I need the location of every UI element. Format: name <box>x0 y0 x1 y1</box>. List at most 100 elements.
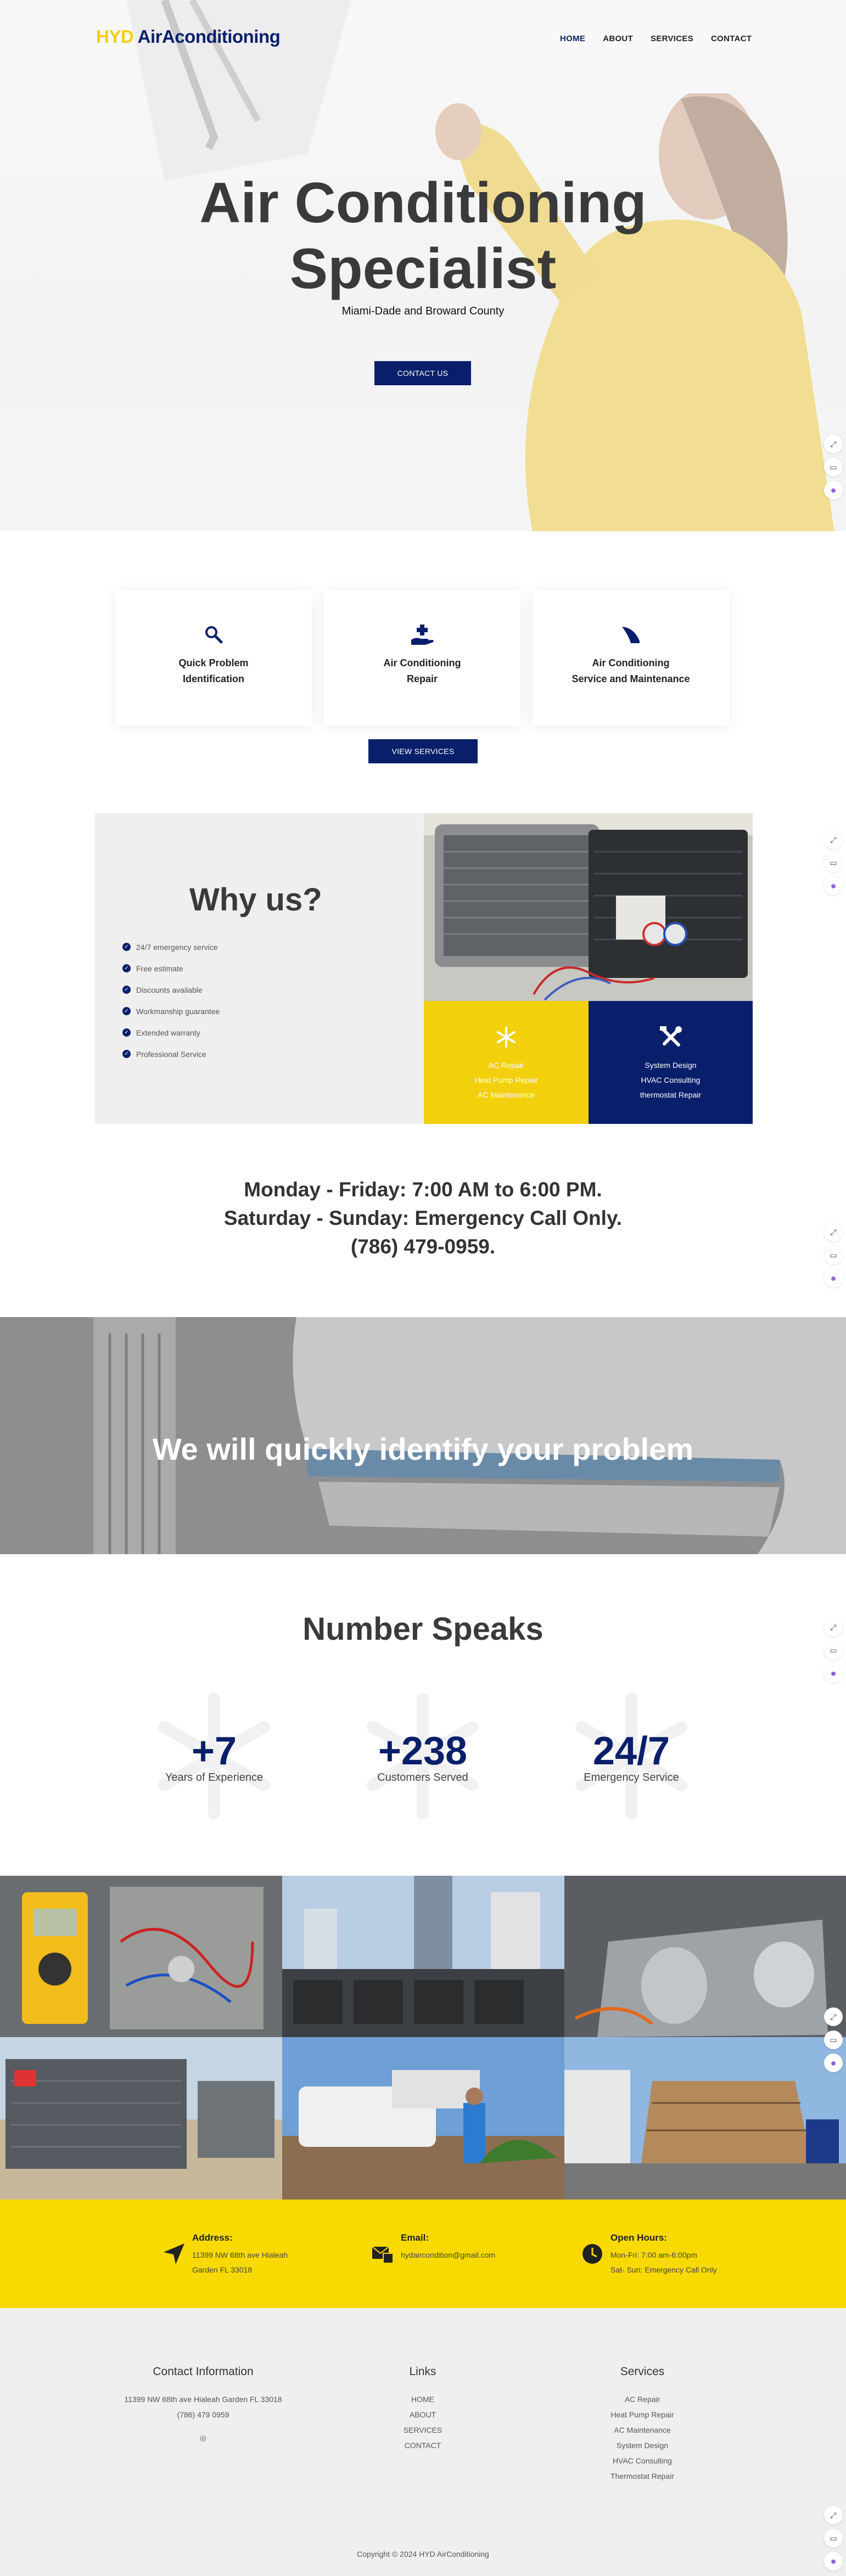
share-icon[interactable]: ⤢ <box>824 2007 843 2026</box>
feature-title-line2: Repair <box>406 673 438 684</box>
feature-title-line2: Service and Maintenance <box>572 673 690 684</box>
footer-service-item[interactable]: HVAC Consulting <box>587 2453 697 2468</box>
address-info: Address: 11399 NW 68th ave Hialeah Garde… <box>163 2232 288 2277</box>
blue-services-box: System Design HVAC Consulting thermostat… <box>589 1001 753 1124</box>
share-icon[interactable]: ⤢ <box>824 1223 843 1241</box>
hero-subtitle: Miami-Dade and Broward County <box>341 305 505 317</box>
address-label: Address: <box>192 2232 233 2243</box>
why-us-title: Why us? <box>189 882 322 918</box>
stat-block: +238 Customers Served <box>357 1690 489 1822</box>
footer-links: Links HOME ABOUT SERVICES CONTACT <box>368 2365 478 2453</box>
floating-icons: ⤢ ▭ ● <box>824 435 843 504</box>
floating-icons: ⤢ ▭ ● <box>824 2506 843 2575</box>
clock-icon <box>582 2244 602 2264</box>
fan-blade-icon <box>622 627 640 643</box>
why-item-text: Free estimate <box>136 964 183 973</box>
footer-phone[interactable]: (786) 479 0959 <box>110 2407 296 2422</box>
nav-contact[interactable]: CONTACT <box>711 34 752 43</box>
contact-us-button[interactable]: CONTACT US <box>374 361 471 385</box>
footer-service-item[interactable]: Thermostat Repair <box>587 2468 697 2484</box>
footer-service-item[interactable]: AC Maintenance <box>587 2422 697 2438</box>
share-icon[interactable]: ⤢ <box>824 1618 843 1636</box>
mail-icon <box>372 2246 394 2264</box>
hours-weekend: Saturday - Sunday: Emergency Call Only. <box>223 1207 623 1229</box>
view-services-button[interactable]: VIEW SERVICES <box>368 739 478 763</box>
floating-icons: ⤢ ▭ ● <box>824 1223 843 1292</box>
brand-logo[interactable]: HYD AirAconditioning <box>96 26 281 47</box>
assistant-icon[interactable]: ● <box>824 2054 843 2072</box>
chat-icon[interactable]: ▭ <box>824 2529 843 2547</box>
hours-line2: Sat- Sun: Emergency Call Only <box>610 2265 717 2274</box>
hero-title: Air Conditioning Specialist <box>0 170 846 302</box>
email-label: Email: <box>401 2232 429 2243</box>
footer-contact-title: Contact Information <box>153 2365 254 2378</box>
footer-link-contact[interactable]: CONTACT <box>368 2438 478 2453</box>
gallery-photo[interactable] <box>282 2037 564 2200</box>
floating-icons: ⤢ ▭ ● <box>824 1618 843 1687</box>
address-line1: 11399 NW 68th ave Hialeah <box>192 2251 288 2259</box>
hours-label: Open Hours: <box>610 2232 667 2243</box>
footer-services: Services AC Repair Heat Pump Repair AC M… <box>587 2365 697 2484</box>
hero-title-line2: Specialist <box>289 237 557 301</box>
blue-service-item: System Design <box>645 1061 697 1070</box>
nav-home[interactable]: HOME <box>560 34 585 43</box>
search-icon <box>205 626 223 644</box>
footer-service-item[interactable]: System Design <box>587 2438 697 2453</box>
why-us-list: ✓ 24/7 emergency service ✓ Free estimate ✓… <box>122 936 220 1065</box>
why-item-text: Workmanship guarantee <box>136 1006 220 1016</box>
feature-title-line1: Air Conditioning <box>592 657 670 668</box>
stat-block: 24/7 Emergency Service <box>565 1690 697 1822</box>
gallery-photo[interactable] <box>564 1876 846 2037</box>
stat-value: +238 <box>378 1729 468 1773</box>
list-item: ✓ Extended warranty <box>122 1022 220 1043</box>
footer-links-title: Links <box>409 2365 436 2378</box>
nav-about[interactable]: ABOUT <box>603 34 633 43</box>
chat-icon[interactable]: ▭ <box>824 1641 843 1660</box>
footer-link-home[interactable]: HOME <box>368 2392 478 2407</box>
snowflake-icon <box>497 1027 516 1048</box>
hours-phone[interactable]: (786) 479-0959. <box>0 1233 846 1261</box>
check-icon: ✓ <box>122 943 131 951</box>
chat-icon[interactable]: ▭ <box>824 2031 843 2049</box>
assistant-icon[interactable]: ● <box>824 1269 843 1287</box>
feature-card: Quick Problem Identification <box>115 590 312 725</box>
numbers-title: Number Speaks <box>302 1611 544 1647</box>
email-value[interactable]: hydaircondition@gmail.com <box>401 2248 495 2263</box>
share-icon[interactable]: ⤢ <box>824 2506 843 2524</box>
photo-gallery <box>0 1876 846 2200</box>
why-item-text: 24/7 emergency service <box>136 942 218 952</box>
assistant-icon[interactable]: ● <box>824 1664 843 1683</box>
footer-service-item[interactable]: AC Repair <box>587 2392 697 2407</box>
ac-units-photo <box>424 813 753 1001</box>
business-hours: Monday - Friday: 7:00 AM to 6:00 PM. Sat… <box>0 1175 846 1261</box>
gallery-photo[interactable] <box>0 1876 282 2037</box>
nav-services[interactable]: SERVICES <box>651 34 693 43</box>
location-arrow-icon <box>164 2243 184 2264</box>
footer-service-item[interactable]: Heat Pump Repair <box>587 2407 697 2422</box>
why-item-text: Extended warranty <box>136 1028 200 1037</box>
address-line2: Garden FL 33018 <box>192 2265 253 2274</box>
share-icon[interactable]: ⤢ <box>824 830 843 849</box>
chat-icon[interactable]: ▭ <box>824 853 843 872</box>
share-icon[interactable]: ⤢ <box>824 435 843 453</box>
gallery-photo[interactable] <box>282 1876 564 2037</box>
check-icon: ✓ <box>122 1007 131 1015</box>
contact-strip: Address: 11399 NW 68th ave Hialeah Garde… <box>0 2200 846 2308</box>
stat-block: +7 Years of Experience <box>148 1690 280 1822</box>
blue-service-item: HVAC Consulting <box>641 1076 701 1084</box>
chat-icon[interactable]: ▭ <box>824 1246 843 1264</box>
chat-icon[interactable]: ▭ <box>824 458 843 476</box>
assistant-icon[interactable]: ● <box>824 481 843 499</box>
whatsapp-icon[interactable]: ◎ <box>110 2430 296 2445</box>
assistant-icon[interactable]: ● <box>824 876 843 895</box>
feature-card: Air Conditioning Service and Maintenance <box>533 590 729 725</box>
check-icon: ✓ <box>122 1050 131 1058</box>
footer: Contact Information 11399 NW 68th ave Hi… <box>0 2308 846 2576</box>
main-nav: HOME ABOUT SERVICES CONTACT <box>560 34 752 43</box>
gallery-photo[interactable] <box>564 2037 846 2200</box>
gallery-photo[interactable] <box>0 2037 282 2200</box>
yellow-service-item: Heat Pump Repair <box>474 1076 538 1084</box>
footer-link-services[interactable]: SERVICES <box>368 2422 478 2438</box>
yellow-services-box: AC Repair Heat Pump Repair AC Maintenanc… <box>424 1001 589 1124</box>
footer-link-about[interactable]: ABOUT <box>368 2407 478 2422</box>
